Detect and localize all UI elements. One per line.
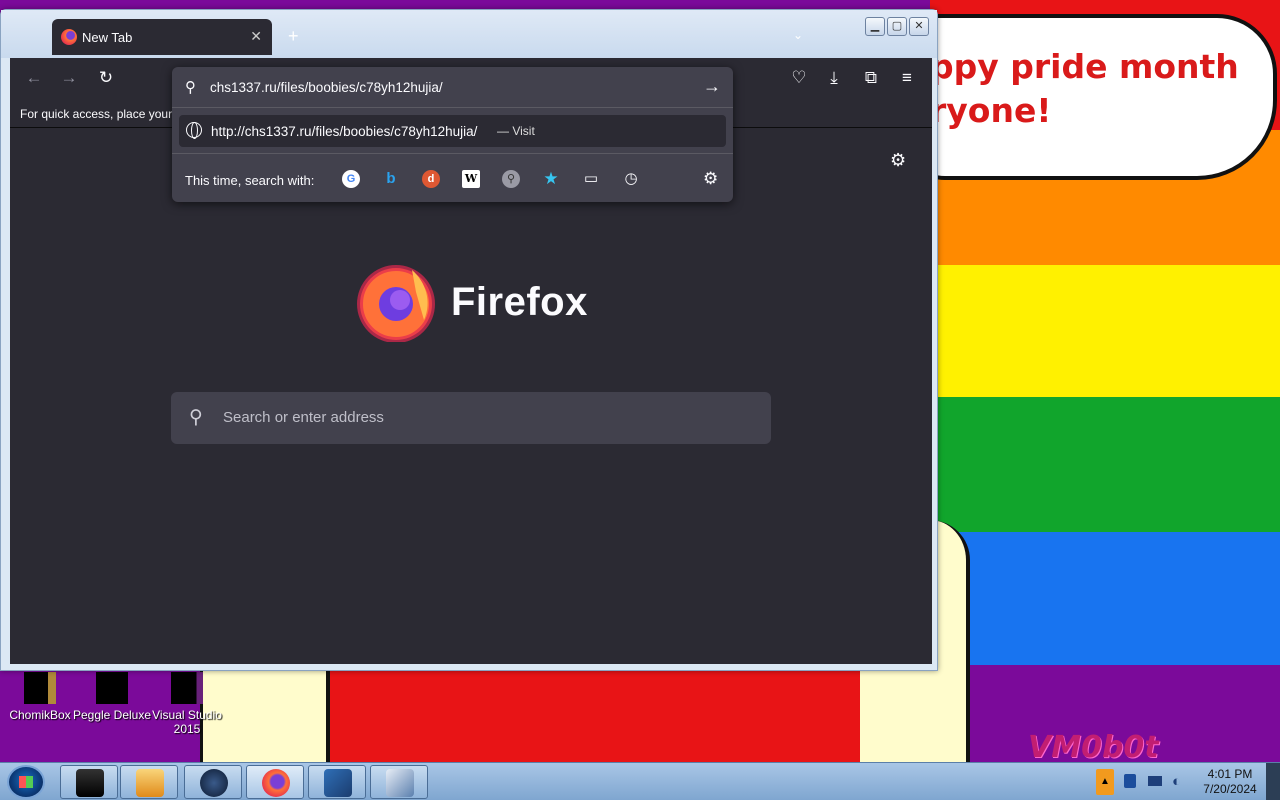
desktop-icon-label: Visual Studio 2015 xyxy=(152,708,222,736)
desktop-icon-peggle[interactable]: Peggle Deluxe xyxy=(72,672,152,722)
rainbow-stripe-green xyxy=(930,397,1280,532)
rainbow-stripe-yellow xyxy=(930,265,1280,397)
taskbar-app-explorer[interactable] xyxy=(60,765,118,799)
show-desktop-button[interactable] xyxy=(1266,763,1280,800)
taskbar-app-firefox[interactable] xyxy=(246,765,304,799)
duckduckgo-icon[interactable]: d xyxy=(422,170,440,188)
extensions-icon[interactable]: ⧉ xyxy=(860,68,882,88)
taskbar-app-steam[interactable] xyxy=(184,765,242,799)
taskbar-clock[interactable]: 4:01 PM 7/20/2024 xyxy=(1196,767,1264,797)
history-clock-icon[interactable]: ◷ xyxy=(622,170,640,188)
tabs-icon[interactable]: ▭ xyxy=(582,170,600,188)
firefox-wordmark: Firefox xyxy=(451,280,588,324)
downloads-icon[interactable]: ⤓ xyxy=(823,68,845,88)
newtab-search-input[interactable]: ⚲ Search or enter address xyxy=(171,392,771,444)
chomikbox-icon xyxy=(24,672,56,704)
reload-icon[interactable]: ↻ xyxy=(95,68,117,88)
new-tab-page: ⚙ Firefox ⚲ Search or enter address xyxy=(10,128,932,664)
menu-hamburger-icon[interactable]: ≡ xyxy=(896,68,918,88)
wallpaper-watermark: VM0b0t xyxy=(1028,730,1159,762)
clock-time: 4:01 PM xyxy=(1207,767,1253,781)
list-all-tabs-chevron-icon[interactable]: ⌄ xyxy=(793,28,803,42)
search-icon: ⚲ xyxy=(189,407,203,428)
taskbar-app-media-player[interactable] xyxy=(120,765,178,799)
search-settings-gear-icon[interactable]: ⚙ xyxy=(703,169,718,189)
taskbar: ▲ ◐ 4:01 PM 7/20/2024 xyxy=(0,762,1280,800)
maximize-button[interactable]: ▢ xyxy=(887,17,907,36)
wallpaper-red-area xyxy=(330,670,860,762)
pocket-icon[interactable]: ♡ xyxy=(788,68,810,88)
desktop-icon-visual-studio[interactable]: Visual Studio 2015 xyxy=(147,672,227,736)
network-icon[interactable] xyxy=(1148,776,1162,786)
search-engine-oneoffs: This time, search with: G b d W ⚲ ★ ▭ ◷ … xyxy=(172,153,733,202)
suggestion-url: http://chs1337.ru/files/boobies/c78yh12h… xyxy=(211,124,478,139)
peggle-icon xyxy=(96,672,128,704)
search-engine-icon[interactable]: ⚲ xyxy=(502,170,520,188)
start-button[interactable] xyxy=(7,765,45,799)
tray-app-icon[interactable] xyxy=(1124,774,1136,788)
visual-studio-icon xyxy=(171,672,203,704)
url-suggestion-visit[interactable]: http://chs1337.ru/files/boobies/c78yh12h… xyxy=(179,115,726,147)
search-placeholder: Search or enter address xyxy=(223,409,384,426)
url-input[interactable]: ⚲ chs1337.ru/files/boobies/c78yh12hujia/… xyxy=(172,67,733,108)
bing-icon[interactable]: b xyxy=(382,170,400,188)
volume-icon[interactable]: ◐ xyxy=(1172,773,1181,790)
url-input-value: chs1337.ru/files/boobies/c78yh12hujia/ xyxy=(210,80,443,95)
suggestion-action: — Visit xyxy=(497,124,535,138)
firefox-logo-icon xyxy=(357,265,435,342)
wikipedia-icon[interactable]: W xyxy=(462,170,480,188)
bookmarks-star-icon[interactable]: ★ xyxy=(542,170,560,188)
urlbar-dropdown: ⚲ chs1337.ru/files/boobies/c78yh12hujia/… xyxy=(172,67,733,202)
virtualbox-icon xyxy=(324,769,352,797)
clock-date: 7/20/2024 xyxy=(1203,782,1257,796)
search-icon: ⚲ xyxy=(185,79,196,96)
window-controls: ▁ ▢ ✕ xyxy=(865,17,929,36)
window-titlebar[interactable]: New Tab ✕ + ⌄ ▁ ▢ ✕ xyxy=(1,10,937,58)
rainbow-stripe-blue xyxy=(930,532,1280,665)
firefox-favicon-icon xyxy=(61,29,77,45)
tab-title: New Tab xyxy=(82,30,133,45)
show-hidden-icons-chevron-icon[interactable]: ▲ xyxy=(1096,769,1114,795)
desktop-icon-label: ChomikBox xyxy=(9,708,71,722)
media-player-icon xyxy=(136,769,164,797)
tab-new-tab[interactable]: New Tab ✕ xyxy=(52,19,272,55)
new-tab-button[interactable]: + xyxy=(288,26,299,47)
firefox-icon xyxy=(262,769,290,797)
back-arrow-icon[interactable]: ← xyxy=(23,68,45,88)
minimize-button[interactable]: ▁ xyxy=(865,17,885,36)
close-window-button[interactable]: ✕ xyxy=(909,17,929,36)
oneoff-label: This time, search with: xyxy=(185,173,315,188)
firefox-window: New Tab ✕ + ⌄ ▁ ▢ ✕ ← → ↻ ♡ ⤓ ⧉ ≡ For qu… xyxy=(0,9,938,671)
speech-bubble-text: ppy pride month ryone! xyxy=(930,47,1239,130)
google-icon[interactable]: G xyxy=(342,170,360,188)
taskbar-app-7zip[interactable] xyxy=(370,765,428,799)
steam-icon xyxy=(200,769,228,797)
go-arrow-icon[interactable]: → xyxy=(703,76,721,97)
taskbar-app-virtualbox[interactable] xyxy=(308,765,366,799)
tab-close-icon[interactable]: ✕ xyxy=(250,28,262,45)
forward-arrow-icon[interactable]: → xyxy=(58,68,80,88)
desktop-icon-label: Peggle Deluxe xyxy=(72,708,152,722)
computer-icon xyxy=(76,769,104,797)
desktop-icon-chomikbox[interactable]: ChomikBox xyxy=(0,672,80,722)
app-7-icon xyxy=(386,769,414,797)
globe-icon xyxy=(186,122,202,139)
page-settings-gear-icon[interactable]: ⚙ xyxy=(890,150,906,171)
